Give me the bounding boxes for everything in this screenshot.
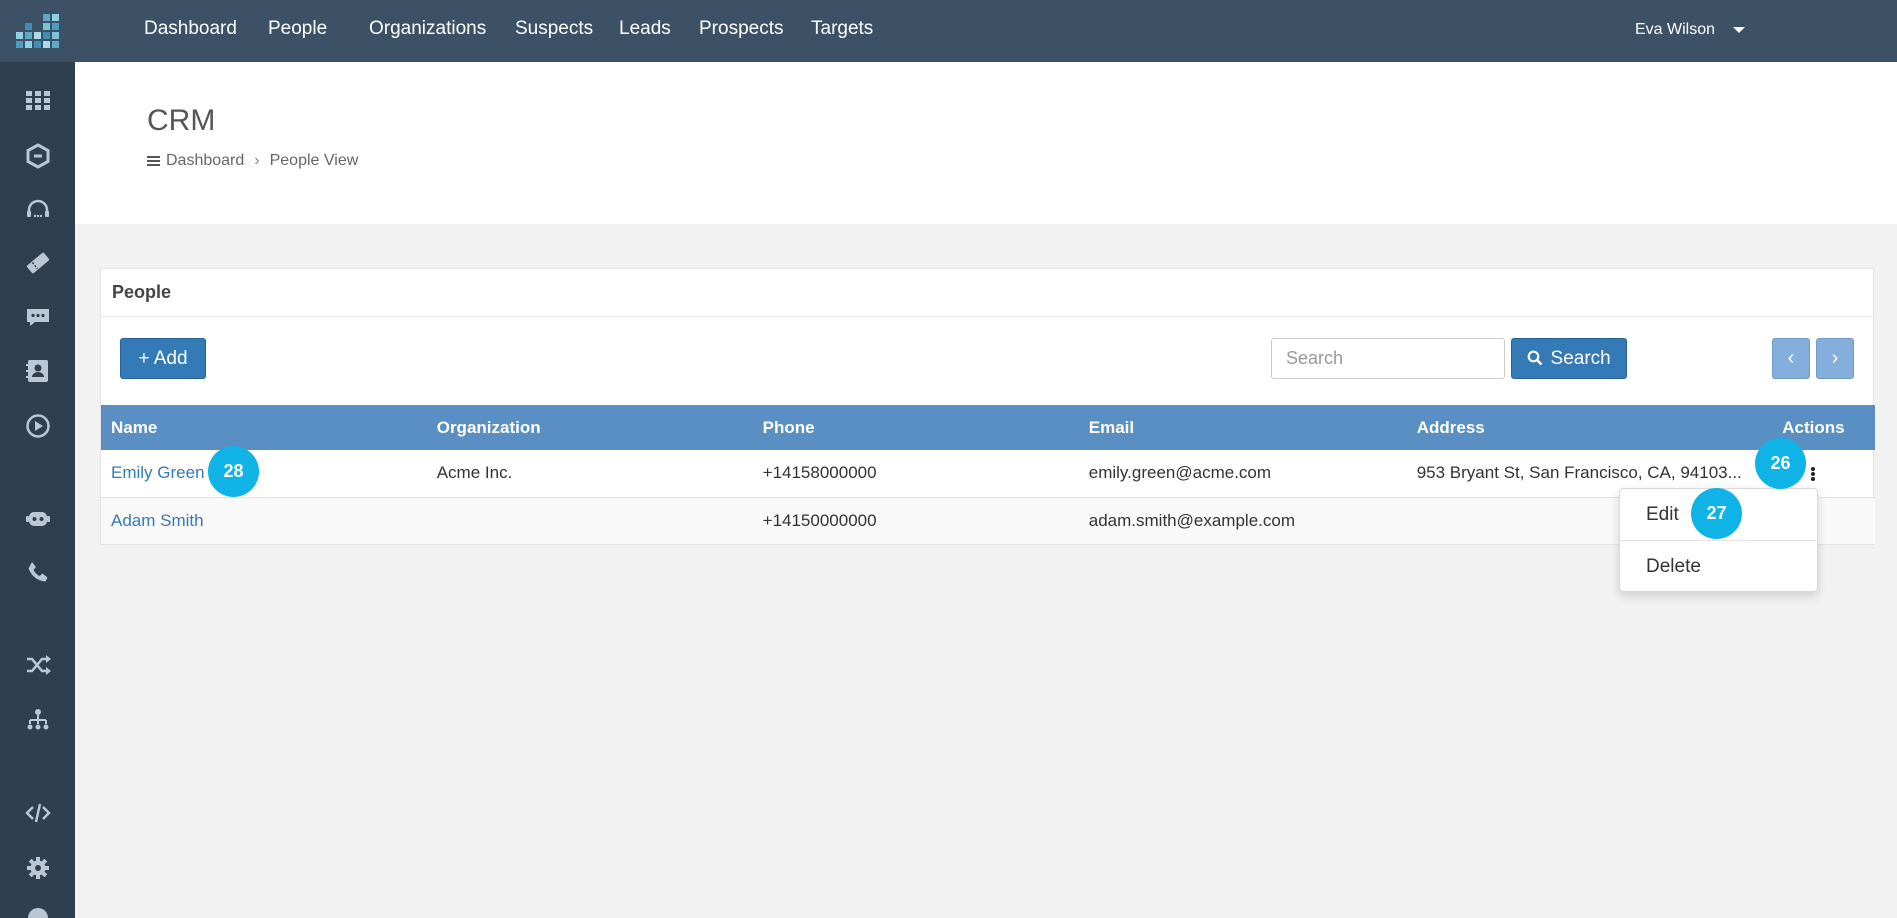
headset-icon[interactable]	[0, 190, 75, 230]
phone-icon[interactable]	[0, 552, 75, 592]
column-header-name[interactable]: Name	[101, 405, 427, 450]
logo-mark-icon	[16, 14, 59, 48]
people-panel: People + Add Search ‹ › Name Organizatio…	[100, 268, 1875, 545]
settings-icon[interactable]	[0, 848, 75, 888]
caret-down-icon	[1733, 26, 1746, 33]
network-icon[interactable]	[0, 700, 75, 740]
nav-leads[interactable]: Leads	[619, 0, 671, 62]
email-cell: emily.green@acme.com	[1078, 450, 1407, 498]
column-header-email[interactable]: Email	[1079, 405, 1407, 450]
search-button-label: Search	[1550, 348, 1611, 369]
column-header-address[interactable]: Address	[1407, 405, 1752, 450]
organization-cell	[426, 497, 753, 545]
breadcrumb-current: People View	[269, 152, 359, 169]
step-badge: 27	[1691, 488, 1742, 539]
breadcrumb: Dashboard › People View	[147, 152, 358, 170]
shuffle-icon[interactable]	[0, 645, 75, 685]
sidebar	[0, 0, 75, 918]
organization-cell: Acme Inc.	[426, 450, 753, 498]
apps-grid-icon[interactable]	[0, 80, 75, 120]
next-page-button[interactable]: ›	[1816, 338, 1854, 379]
nav-prospects[interactable]: Prospects	[699, 0, 783, 62]
contact-card-icon[interactable]	[0, 351, 75, 391]
panel-title: People	[101, 269, 1873, 317]
add-button[interactable]: + Add	[120, 338, 206, 379]
table-row: Adam Smith +14150000000 adam.smith@examp…	[101, 497, 1875, 545]
nav-organizations[interactable]: Organizations	[369, 0, 486, 62]
phone-cell: +14158000000	[752, 450, 1079, 498]
column-header-organization[interactable]: Organization	[427, 405, 753, 450]
search-button[interactable]: Search	[1511, 338, 1627, 379]
search-icon	[1527, 350, 1543, 366]
email-cell: adam.smith@example.com	[1078, 497, 1407, 545]
phone-cell: +14150000000	[752, 497, 1079, 545]
kebab-menu-icon[interactable]	[1811, 466, 1816, 482]
user-name: Eva Wilson	[1635, 21, 1716, 38]
nav-dashboard[interactable]: Dashboard	[144, 0, 237, 62]
table-row: Emily Green Acme Inc. +14158000000 emily…	[101, 450, 1875, 498]
table-header-row: Name Organization Phone Email Address Ac…	[101, 405, 1875, 450]
play-icon[interactable]	[0, 406, 75, 446]
user-menu[interactable]: Eva Wilson	[1635, 0, 1746, 62]
step-badge: 28	[208, 446, 259, 497]
page-header: CRM Dashboard › People View	[75, 62, 1897, 224]
step-badge: 26	[1755, 438, 1806, 489]
code-icon[interactable]	[0, 793, 75, 833]
search-input[interactable]	[1271, 338, 1505, 379]
nav-people[interactable]: People	[268, 0, 327, 62]
chat-icon[interactable]	[0, 297, 75, 337]
delete-menu-item[interactable]: Delete	[1620, 540, 1817, 591]
nav-suspects[interactable]: Suspects	[515, 0, 593, 62]
column-header-phone[interactable]: Phone	[753, 405, 1079, 450]
menu-lines-icon	[147, 154, 160, 168]
person-name-link[interactable]: Emily Green	[111, 463, 205, 482]
page-title: CRM	[147, 104, 216, 137]
ticket-icon[interactable]	[0, 243, 75, 283]
globe-icon[interactable]	[0, 898, 75, 918]
nav-targets[interactable]: Targets	[811, 0, 873, 62]
person-name-link[interactable]: Adam Smith	[111, 511, 204, 530]
prev-page-button[interactable]: ‹	[1772, 338, 1810, 379]
people-table: Name Organization Phone Email Address Ac…	[101, 405, 1875, 545]
breadcrumb-dashboard[interactable]: Dashboard	[166, 152, 244, 170]
bot-icon[interactable]	[0, 498, 75, 538]
chevron-right-icon: ›	[254, 152, 260, 169]
app-logo[interactable]	[0, 0, 75, 62]
hexagon-icon[interactable]	[0, 136, 75, 176]
top-navbar: Dashboard People Organizations Suspects …	[75, 0, 1897, 62]
